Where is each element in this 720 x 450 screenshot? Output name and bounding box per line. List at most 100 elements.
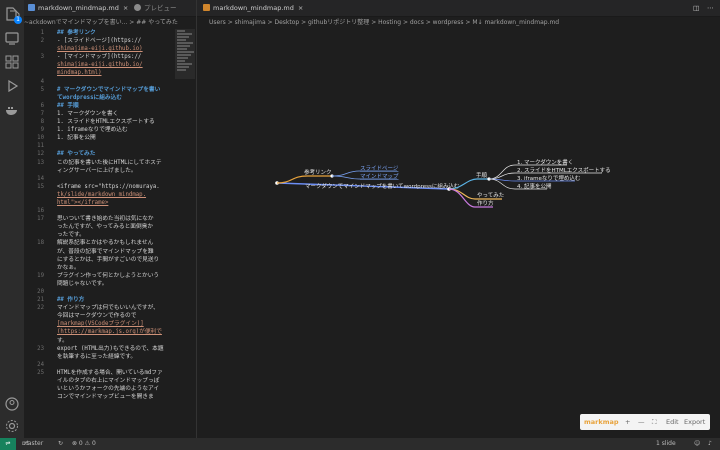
code-line[interactable]: 25 HTMLを作成する場合、開いているmdファ: [24, 369, 174, 377]
close-icon[interactable]: ×: [123, 4, 128, 12]
code-line[interactable]: 18 解説系記事とかはやるかもしれません: [24, 239, 174, 247]
code-line[interactable]: [markmap(VSCodeプラグイン)]: [24, 320, 174, 328]
breadcrumb[interactable]: ~ackdownでマインドマップを書い... > ## やってみた: [24, 17, 196, 29]
code-line[interactable]: html"></iframe>: [24, 199, 174, 207]
explorer-icon[interactable]: 1: [4, 6, 22, 24]
code-line[interactable]: ったんですが、やってみると面倒臭か: [24, 223, 174, 231]
code-line[interactable]: 4: [24, 78, 174, 86]
code-line[interactable]: ったです。: [24, 231, 174, 239]
code-line[interactable]: 2 - [スライドページ](https://: [24, 37, 174, 45]
code-line[interactable]: 問題じゃないです。: [24, 280, 174, 288]
sync-icon[interactable]: ↻: [58, 438, 63, 450]
remote-explorer-icon[interactable]: [4, 30, 20, 46]
line-number: 5: [40, 86, 44, 93]
code-line[interactable]: 6 ## 手順: [24, 102, 174, 110]
remote-indicator-icon[interactable]: ⇌: [0, 438, 16, 450]
code-line[interactable]: 15 <iframe src="https://nomuraya.: [24, 183, 174, 191]
edit-button[interactable]: Edit: [666, 414, 679, 430]
line-text: かなぁ。: [57, 264, 80, 271]
line-text: いというかフォークの先端のようなアイ: [57, 386, 160, 393]
code-line[interactable]: 5 # マークダウンでマインドマップを書い: [24, 86, 174, 94]
code-line[interactable]: 23 export (HTML出力)もできるので、本題: [24, 345, 174, 353]
code-line[interactable]: 11: [24, 142, 174, 150]
code-line[interactable]: 20: [24, 288, 174, 296]
code-line[interactable]: す。: [24, 337, 174, 345]
account-icon[interactable]: [4, 396, 20, 412]
split-editor-icon[interactable]: ◫: [693, 0, 699, 17]
step-4[interactable]: 4. 記事を公開: [517, 182, 552, 190]
branch-label-links[interactable]: 参考リンク: [304, 168, 332, 176]
code-line[interactable]: shimajima-eiji.github.io/: [24, 61, 174, 69]
code-line[interactable]: 1 ## 参考リンク: [24, 29, 174, 37]
code-line[interactable]: イルのタブの右上にマインドマップっぽ: [24, 377, 174, 385]
code-line[interactable]: 7 1. マークダウンを書く: [24, 110, 174, 118]
code-line[interactable]: を執筆するに至った経緯です。: [24, 353, 174, 361]
branch-label-steps[interactable]: 手順: [476, 171, 488, 179]
code-line[interactable]: 22 マインドマップは何でもいいんですが、: [24, 304, 174, 312]
code-line[interactable]: 19 プラグイン作って何とかしようとかいう: [24, 272, 174, 280]
fit-button[interactable]: ⛶: [652, 414, 657, 430]
code-line[interactable]: ィングサーバーに上げました。: [24, 167, 174, 175]
tab-preview[interactable]: プレビュー: [134, 0, 177, 17]
docker-icon[interactable]: [4, 102, 20, 118]
link-mindmap[interactable]: マインドマップ: [360, 173, 399, 180]
code-line[interactable]: 14: [24, 175, 174, 183]
markmap-toolbar: markmap + — ⛶ Edit Export: [580, 414, 710, 430]
feedback-icon[interactable]: ☺: [694, 438, 700, 450]
code-line[interactable]: 12 ## やってみた: [24, 150, 174, 158]
problems-indicator[interactable]: ⊗ 0 ⚠ 0: [72, 438, 96, 450]
zoom-in-button[interactable]: +: [625, 414, 630, 430]
step-2[interactable]: 2. スライドをHTMLエクスポートする: [517, 167, 611, 174]
code-line[interactable]: にするとかは、手間がすごいので見送り: [24, 256, 174, 264]
tab-markdown-mindmap[interactable]: markdown_mindmap.md ×: [28, 0, 128, 17]
branch-label-howto[interactable]: 作り方: [477, 199, 494, 207]
notifications-bell-icon[interactable]: ♪: [708, 438, 712, 450]
code-line[interactable]: 16: [24, 207, 174, 215]
line-text: ## 手順: [57, 102, 79, 109]
code-editor[interactable]: 1 ## 参考リンク 2- [スライドページ](https://shimajima-…: [24, 29, 174, 401]
code-line[interactable]: 9 1. iframeなりで埋め込む: [24, 126, 174, 134]
step-1[interactable]: 1. マークダウンを書く: [517, 158, 573, 166]
line-text: html"></iframe>: [57, 199, 109, 206]
code-line[interactable]: shimajima-eiji.github.io): [24, 45, 174, 53]
minimap[interactable]: [175, 29, 195, 79]
code-line[interactable]: (https://markmap.js.org)が便利で: [24, 328, 174, 336]
zoom-out-button[interactable]: —: [638, 414, 645, 430]
code-line[interactable]: 3 - [マインドマップ](https://: [24, 53, 174, 61]
run-debug-icon[interactable]: [4, 78, 20, 94]
more-actions-icon[interactable]: ⋯: [707, 0, 714, 17]
code-line[interactable]: 24: [24, 361, 174, 369]
line-text: す。: [57, 337, 68, 344]
code-line[interactable]: 13 この記事を書いた後にHTMLにしてホステ: [24, 159, 174, 167]
code-line[interactable]: 21 ## 作り方: [24, 296, 174, 304]
code-line[interactable]: いというかフォークの先端のようなアイ: [24, 385, 174, 393]
line-number: 18: [37, 240, 44, 247]
code-line[interactable]: が、普段の記事でマインドマップを難: [24, 248, 174, 256]
tab-markmap-preview[interactable]: markdown_mindmap.md ×: [203, 0, 303, 17]
code-line[interactable]: 8 1. スライドをHTMLエクスポートする: [24, 118, 174, 126]
line-text: 1. スライドをHTMLエクスポートする: [57, 119, 155, 126]
code-line[interactable]: コンでマインドマップビューを開きま: [24, 393, 174, 401]
code-line[interactable]: てwordpressに組み込む: [24, 94, 174, 102]
step-3[interactable]: 3. iframeなりで埋め込む: [517, 174, 581, 182]
extensions-icon[interactable]: [4, 54, 20, 70]
code-line[interactable]: 10 1. 記事を公開: [24, 134, 174, 142]
mindmap-canvas[interactable]: マークダウンでマインドマップを書いてwordpressに組み込む 参考リンク ス…: [197, 29, 720, 438]
code-line[interactable]: 今回はマークダウンで作るので: [24, 312, 174, 320]
line-number: 13: [37, 159, 44, 166]
code-line[interactable]: tk/slide/markdown_mindmap.: [24, 191, 174, 199]
settings-gear-icon[interactable]: [4, 418, 20, 434]
code-line[interactable]: mindmap.html): [24, 69, 174, 77]
minimap-row: [177, 39, 186, 41]
close-icon[interactable]: ×: [298, 4, 303, 12]
breadcrumb[interactable]: Users > shimajima > Desktop > githubリポジト…: [197, 17, 720, 29]
branch-label-tried[interactable]: やってみた: [477, 191, 504, 199]
line-text: export (HTML出力)もできるので、本題: [57, 345, 164, 352]
code-line[interactable]: 17 思いついて書き始めた当初は気になか: [24, 215, 174, 223]
slide-count[interactable]: 1 slide: [656, 438, 676, 450]
export-button[interactable]: Export: [684, 414, 705, 430]
link-slide-page[interactable]: スライドページ: [360, 165, 399, 172]
root-label[interactable]: マークダウンでマインドマップを書いてwordpressに組み込む: [305, 182, 460, 190]
tab-label: markdown_mindmap.md: [38, 4, 119, 12]
code-line[interactable]: かなぁ。: [24, 264, 174, 272]
